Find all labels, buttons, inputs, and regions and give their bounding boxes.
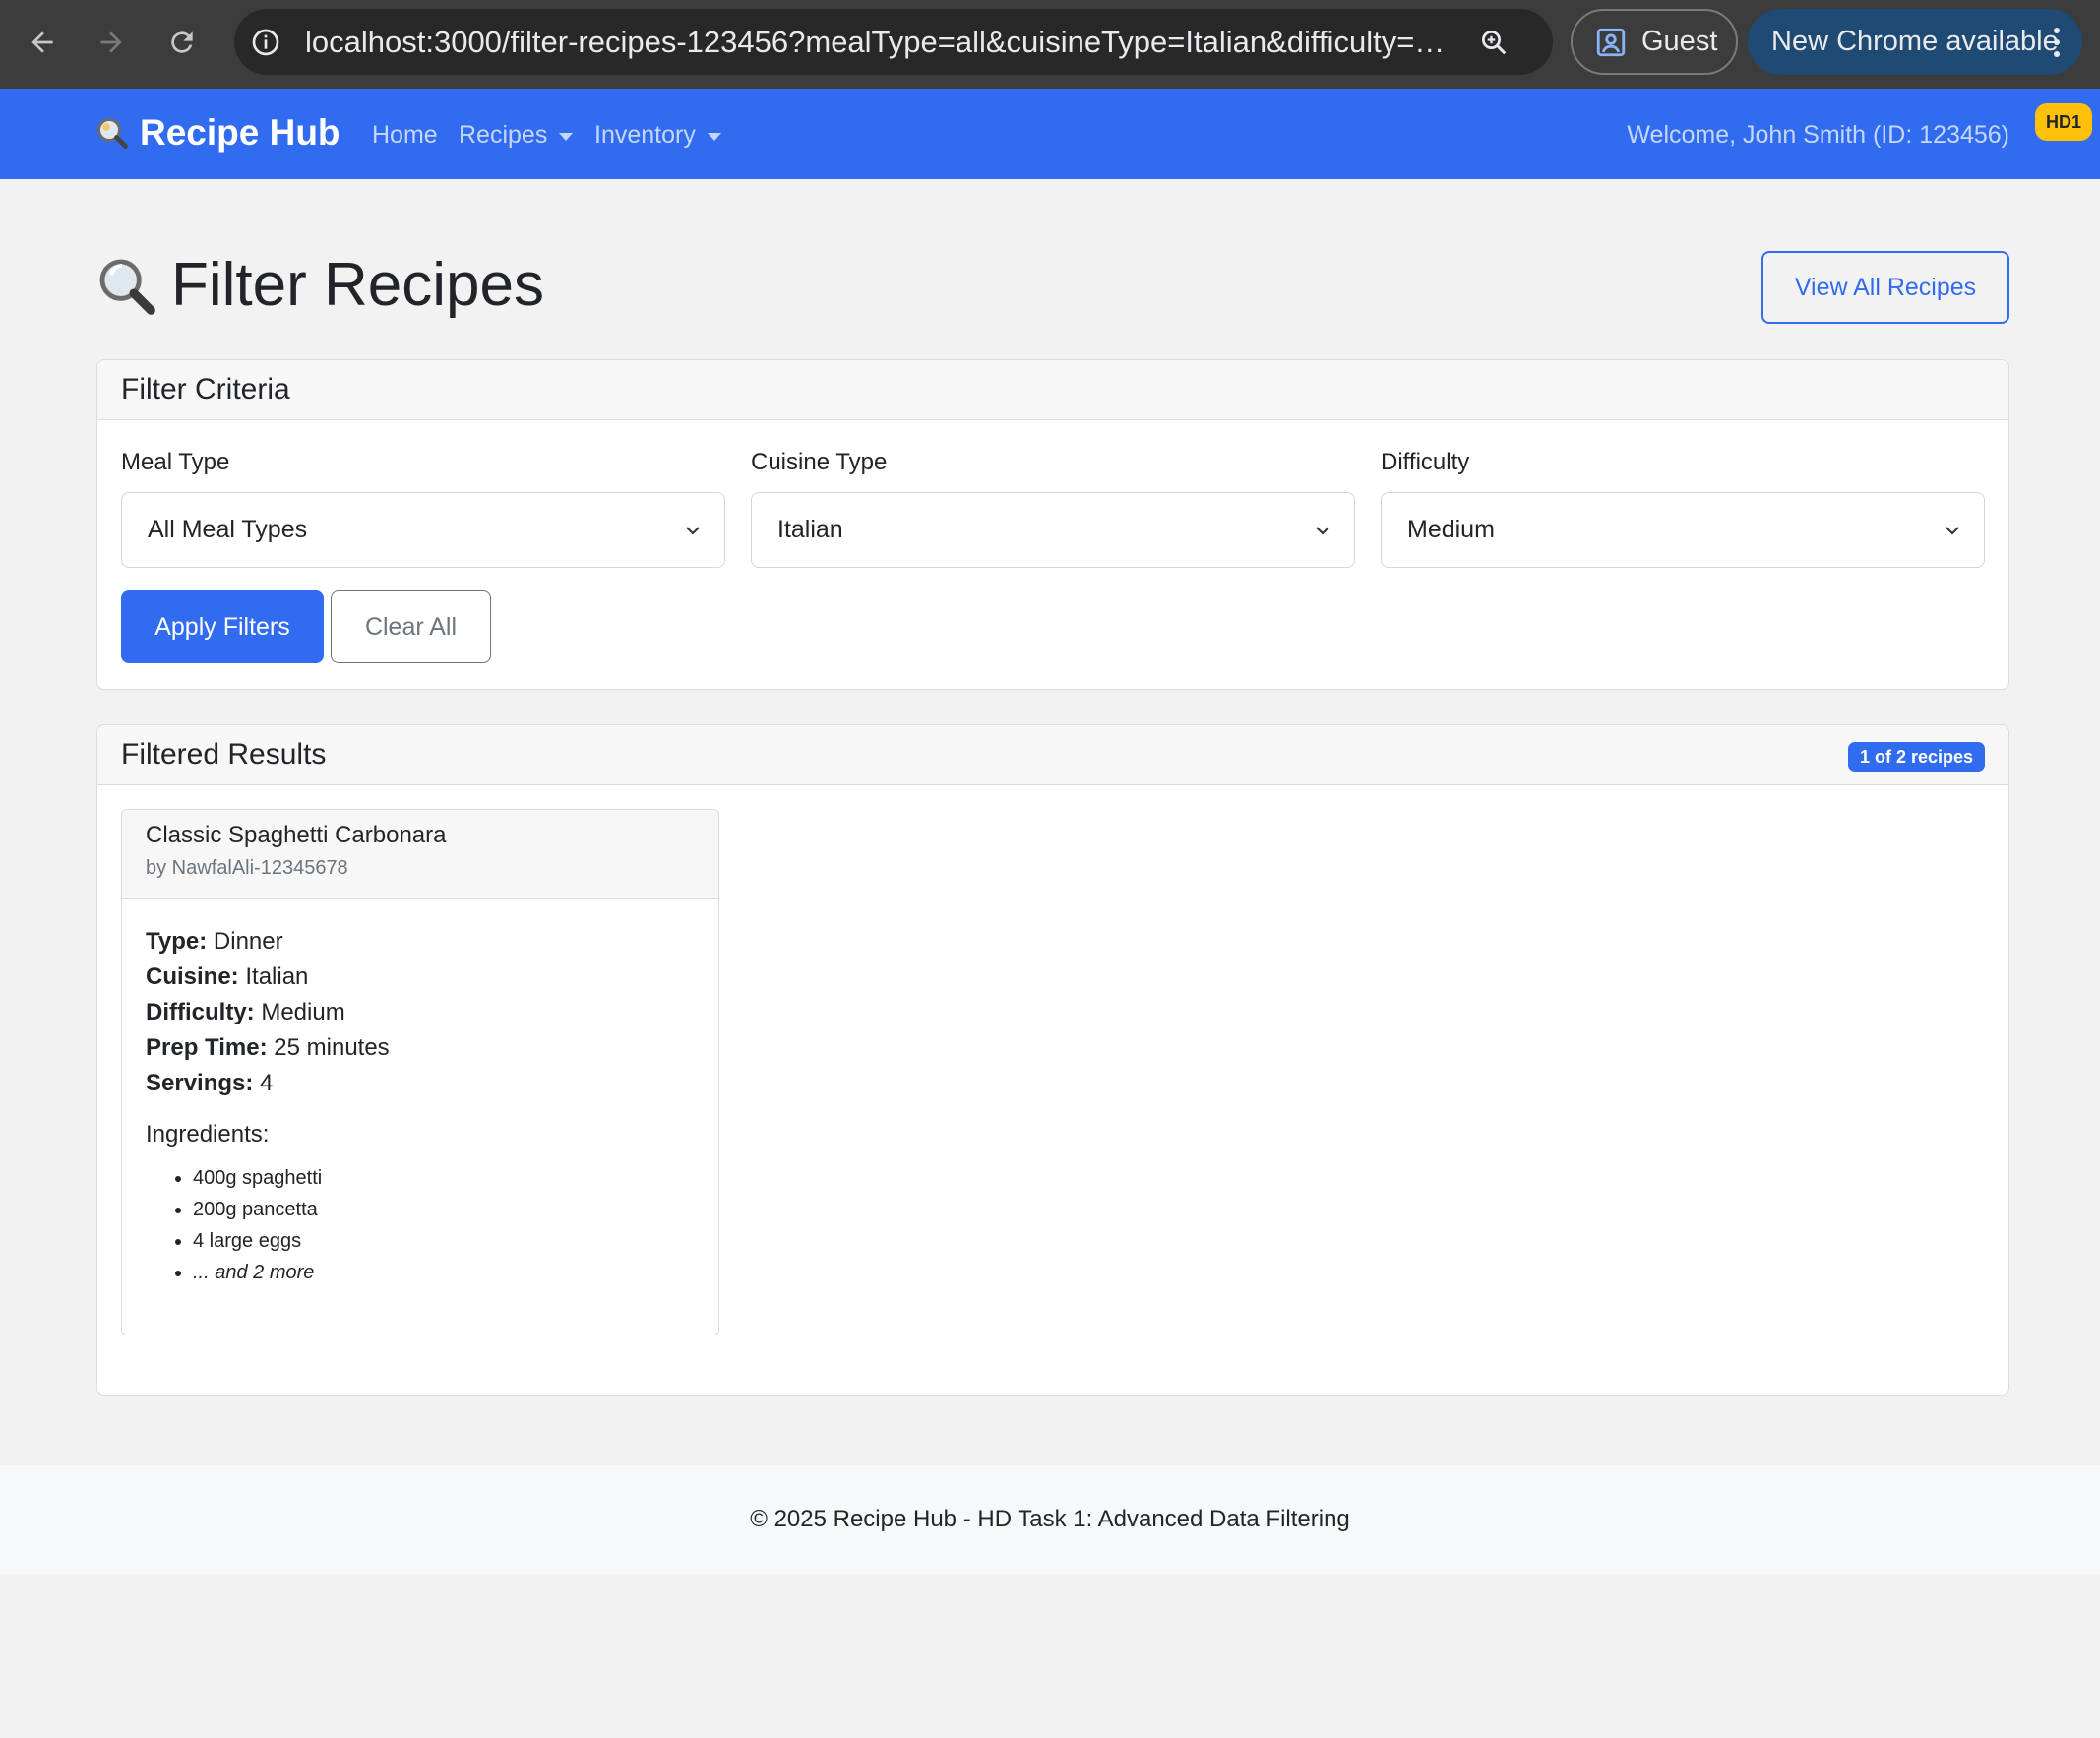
difficulty-value: Medium bbox=[1407, 516, 1495, 543]
page-title: Filter Recipes bbox=[94, 250, 544, 320]
profile-label: Guest bbox=[1641, 26, 1718, 57]
recipe-cuisine: Cuisine: Italian bbox=[146, 960, 695, 995]
caret-down-icon bbox=[559, 132, 574, 141]
ingredient-item: 400g spaghetti bbox=[193, 1162, 695, 1194]
profile-button[interactable]: Guest bbox=[1571, 9, 1738, 75]
reload-icon[interactable] bbox=[155, 16, 209, 69]
recipe-difficulty: Difficulty: Medium bbox=[146, 995, 695, 1030]
chevron-down-icon bbox=[686, 527, 700, 535]
recipe-prep-label: Prep Time: bbox=[146, 1034, 268, 1061]
address-bar[interactable]: localhost:3000/filter-recipes-123456?mea… bbox=[234, 9, 1553, 75]
welcome-text: Welcome, John Smith (ID: 123456) bbox=[1627, 121, 2009, 149]
app-navbar: Recipe Hub Home Recipes Inventory Welcom… bbox=[0, 89, 2100, 179]
filtered-results-card: Filtered Results 1 of 2 recipes Classic … bbox=[96, 724, 2009, 1396]
brand-name: Recipe Hub bbox=[140, 112, 340, 153]
magnifier-icon bbox=[97, 118, 128, 149]
profile-icon bbox=[1596, 28, 1626, 56]
hd-badge: HD1 bbox=[2035, 103, 2092, 141]
recipe-difficulty-value: Medium bbox=[261, 999, 345, 1025]
meal-type-value: All Meal Types bbox=[148, 516, 308, 543]
view-all-recipes-button[interactable]: View All Recipes bbox=[1761, 251, 2009, 324]
brand-link[interactable]: Recipe Hub bbox=[94, 112, 340, 154]
results-count-badge: 1 of 2 recipes bbox=[1847, 742, 1985, 772]
forward-arrow-icon[interactable] bbox=[85, 16, 138, 69]
recipe-difficulty-label: Difficulty: bbox=[146, 999, 255, 1025]
footer-text: © 2025 Recipe Hub - HD Task 1: Advanced … bbox=[750, 1506, 1350, 1532]
back-arrow-icon[interactable] bbox=[16, 16, 69, 69]
recipe-title: Classic Spaghetti Carbonara bbox=[146, 822, 447, 848]
page-footer: © 2025 Recipe Hub - HD Task 1: Advanced … bbox=[0, 1465, 2100, 1574]
nav-home[interactable]: Home bbox=[372, 121, 438, 150]
recipe-card-header: Classic Spaghetti Carbonara by NawfalAli… bbox=[122, 810, 718, 899]
ingredients-list: 400g spaghetti 200g pancetta 4 large egg… bbox=[146, 1162, 695, 1288]
ingredient-more: ... and 2 more bbox=[193, 1257, 695, 1288]
nav-inventory-dropdown[interactable]: Inventory bbox=[594, 121, 721, 150]
difficulty-select[interactable]: Medium bbox=[1381, 492, 1985, 568]
caret-down-icon bbox=[707, 132, 721, 141]
recipe-author: by NawfalAli-12345678 bbox=[146, 857, 348, 879]
nav-recipes-label: Recipes bbox=[459, 121, 548, 149]
nav-recipes-dropdown[interactable]: Recipes bbox=[459, 121, 574, 150]
difficulty-label: Difficulty bbox=[1381, 449, 1470, 475]
zoom-icon[interactable] bbox=[1474, 23, 1513, 62]
site-info-icon[interactable] bbox=[246, 23, 285, 62]
recipe-type: Type: Dinner bbox=[146, 924, 695, 960]
recipe-type-label: Type: bbox=[146, 928, 208, 955]
more-menu-icon[interactable] bbox=[2053, 27, 2061, 58]
ingredient-item: 4 large eggs bbox=[193, 1225, 695, 1257]
ingredient-item: 200g pancetta bbox=[193, 1194, 695, 1225]
cuisine-type-label: Cuisine Type bbox=[751, 449, 888, 475]
cuisine-type-value: Italian bbox=[777, 516, 843, 543]
apply-filters-button[interactable]: Apply Filters bbox=[121, 590, 324, 663]
recipe-card-body: Type: Dinner Cuisine: Italian Difficulty… bbox=[122, 899, 718, 1314]
cuisine-type-select[interactable]: Italian bbox=[751, 492, 1355, 568]
filter-criteria-header: Filter Criteria bbox=[97, 360, 2008, 420]
recipe-servings: Servings: 4 bbox=[146, 1066, 695, 1101]
recipe-card[interactable]: Classic Spaghetti Carbonara by NawfalAli… bbox=[121, 809, 719, 1335]
nav-inventory-label: Inventory bbox=[594, 121, 696, 149]
filter-criteria-card: Filter Criteria Meal Type All Meal Types… bbox=[96, 359, 2009, 690]
chevron-down-icon bbox=[1946, 527, 1959, 535]
filtered-results-header: Filtered Results 1 of 2 recipes bbox=[97, 725, 2008, 785]
recipe-type-value: Dinner bbox=[213, 928, 283, 955]
recipe-prep-value: 25 minutes bbox=[274, 1034, 390, 1061]
recipe-servings-label: Servings: bbox=[146, 1070, 254, 1096]
page-title-text: Filter Recipes bbox=[171, 251, 544, 319]
update-label: New Chrome available bbox=[1771, 26, 2059, 57]
ingredients-title: Ingredients: bbox=[146, 1121, 270, 1148]
recipe-prep-time: Prep Time: 25 minutes bbox=[146, 1030, 695, 1066]
meal-type-label: Meal Type bbox=[121, 449, 230, 475]
url-text[interactable]: localhost:3000/filter-recipes-123456?mea… bbox=[305, 25, 1456, 60]
chevron-down-icon bbox=[1316, 527, 1329, 535]
recipe-servings-value: 4 bbox=[260, 1070, 274, 1096]
recipe-cuisine-label: Cuisine: bbox=[146, 963, 239, 990]
meal-type-select[interactable]: All Meal Types bbox=[121, 492, 725, 568]
browser-toolbar: localhost:3000/filter-recipes-123456?mea… bbox=[0, 0, 2100, 89]
clear-all-button[interactable]: Clear All bbox=[331, 590, 491, 663]
filtered-results-title: Filtered Results bbox=[121, 738, 327, 771]
magnifier-icon bbox=[99, 259, 155, 315]
recipe-cuisine-value: Italian bbox=[245, 963, 309, 990]
update-chrome-button[interactable]: New Chrome available bbox=[1748, 9, 2082, 75]
